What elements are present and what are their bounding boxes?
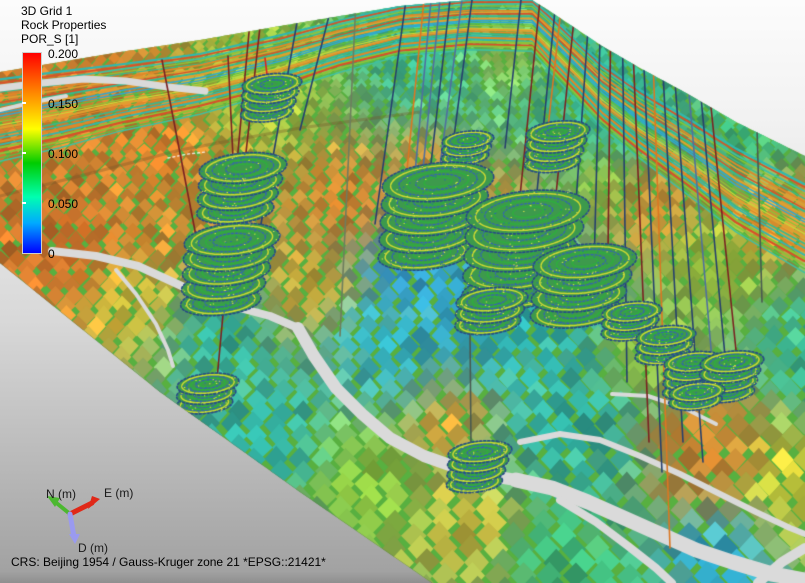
- colorbar-tick: [22, 152, 26, 154]
- color-legend: 3D Grid 1 Rock Properties POR_S [1] 0.20…: [21, 4, 106, 46]
- down-axis-label: D (m): [78, 541, 108, 555]
- colorbar-label-max: 0.200: [48, 47, 92, 61]
- colorbar-label-min: 0: [48, 247, 92, 261]
- orientation-compass: N (m) E (m) D (m): [22, 484, 162, 562]
- north-axis-label: N (m): [46, 487, 76, 501]
- category-label: Rock Properties: [21, 18, 106, 32]
- colorbar-label: 0.150: [48, 97, 92, 111]
- east-axis-label: E (m): [104, 486, 133, 500]
- property-label: POR_S [1]: [21, 32, 106, 46]
- colorbar: 0.200 0.150 0.100 0.050 0: [22, 52, 42, 254]
- down-axis-icon: [69, 514, 80, 544]
- crs-status: CRS: Beijing 1954 / Gauss-Kruger zone 21…: [11, 555, 326, 569]
- grid-name-label: 3D Grid 1: [21, 4, 106, 18]
- colorbar-tick: [22, 102, 26, 104]
- colorbar-label: 0.050: [48, 197, 92, 211]
- colorbar-label: 0.100: [48, 147, 92, 161]
- colorbar-tick: [22, 202, 26, 204]
- 3d-window: 3D Grid 1 Rock Properties POR_S [1] 0.20…: [0, 0, 805, 583]
